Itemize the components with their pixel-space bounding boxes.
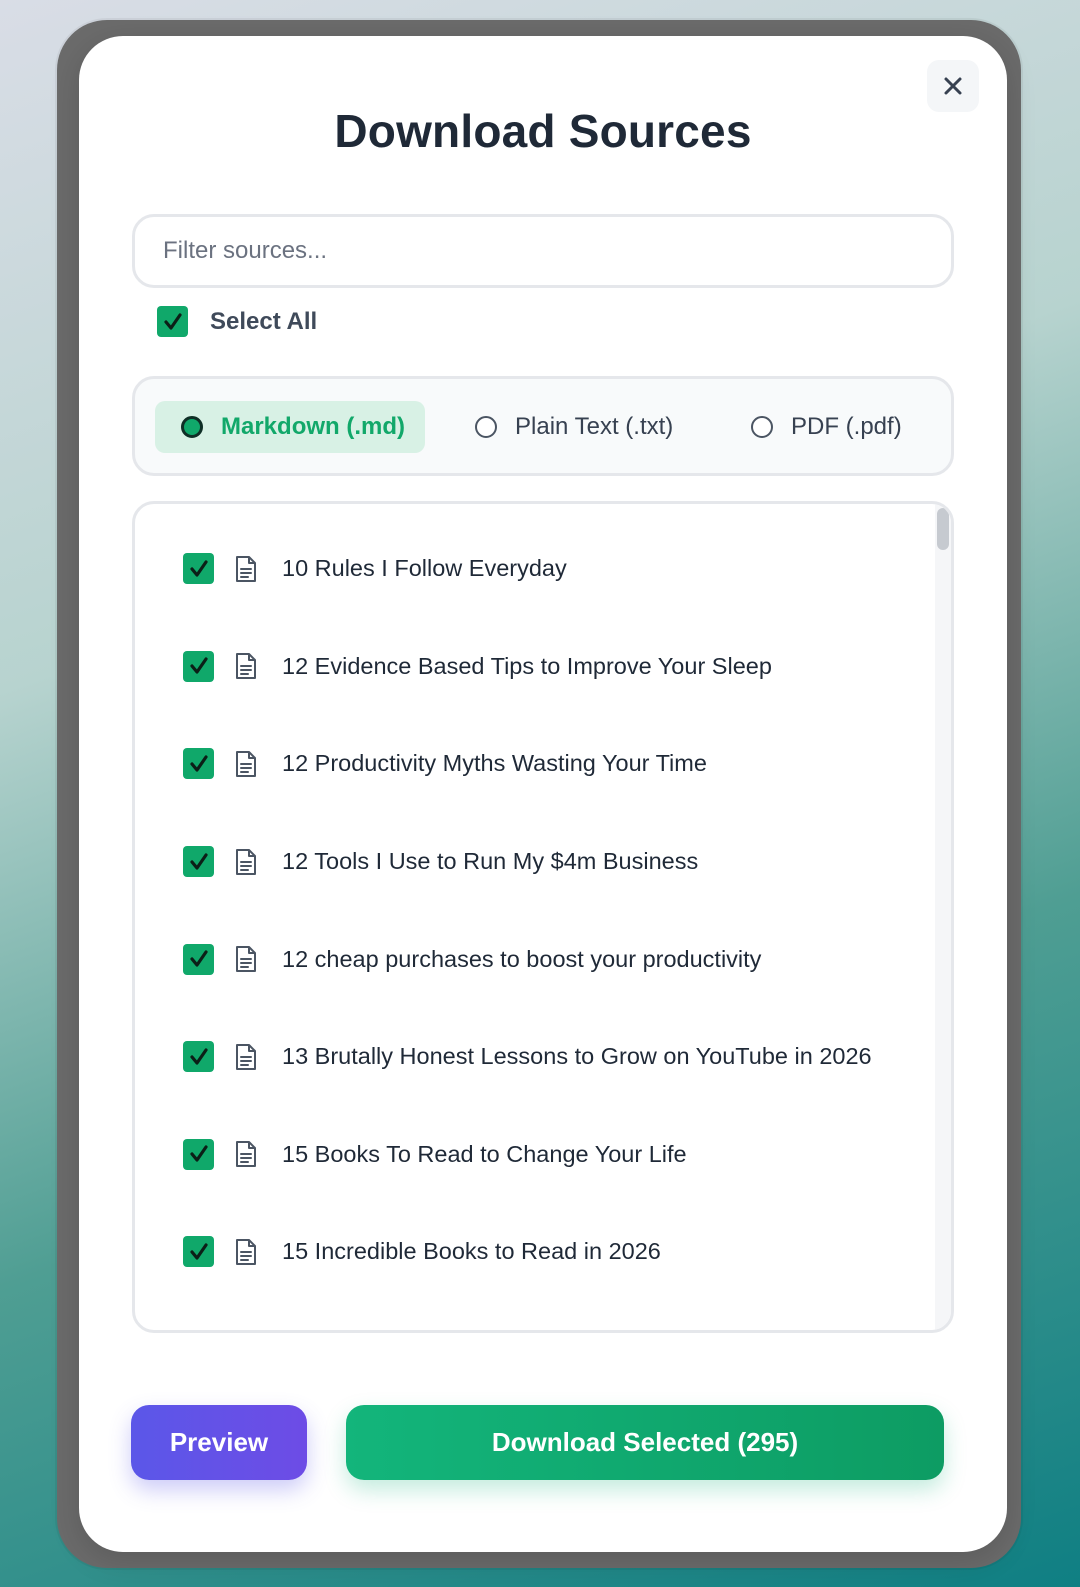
source-title: 15 Incredible Books to Read in 2026	[282, 1238, 661, 1265]
radio-unselected-icon	[475, 416, 497, 438]
checkmark-icon	[163, 312, 182, 330]
source-title: 15 Books To Read to Change Your Life	[282, 1140, 687, 1167]
source-checkbox[interactable]	[183, 650, 214, 682]
source-list-item[interactable]: 12 Tools I Use to Run My $4m Business	[135, 813, 935, 911]
source-list-item[interactable]: 12 Productivity Myths Wasting Your Time	[135, 715, 935, 813]
select-all-label: Select All	[210, 307, 318, 335]
document-icon	[234, 652, 260, 680]
source-list-item[interactable]: 15 Books To Read to Change Your Life	[135, 1106, 935, 1204]
source-checkbox[interactable]	[183, 748, 214, 780]
radio-unselected-icon	[751, 416, 773, 438]
document-icon	[234, 848, 260, 876]
checkmark-icon	[189, 560, 208, 577]
checkmark-icon	[189, 950, 208, 967]
source-title: 12 Tools I Use to Run My $4m Business	[282, 848, 699, 875]
download-selected-button[interactable]: Download Selected (295)	[346, 1405, 944, 1480]
format-option-markdown[interactable]: Markdown (.md)	[155, 401, 425, 453]
source-title: 12 Productivity Myths Wasting Your Time	[282, 750, 707, 777]
scrollbar-track[interactable]	[935, 504, 951, 1330]
source-title: 12 Evidence Based Tips to Improve Your S…	[282, 652, 772, 679]
source-checkbox[interactable]	[183, 943, 214, 975]
source-title: 10 Rules I Follow Everyday	[282, 555, 567, 582]
checkmark-icon	[189, 1048, 208, 1065]
scrollbar-thumb[interactable]	[937, 508, 949, 550]
checkmark-icon	[189, 657, 208, 674]
source-title: 12 cheap purchases to boost your product…	[282, 945, 762, 972]
source-list-item[interactable]: 12 cheap purchases to boost your product…	[135, 910, 935, 1008]
sources-list[interactable]: 10 Rules I Follow Everyday 12 Evidence B…	[132, 501, 954, 1333]
format-radio-group: Markdown (.md) Plain Text (.txt) PDF (.p…	[132, 376, 954, 476]
select-all-checkbox[interactable]	[157, 306, 188, 337]
document-icon	[234, 945, 260, 973]
source-checkbox[interactable]	[183, 1236, 214, 1268]
filter-sources-input[interactable]	[132, 214, 954, 288]
sources-rows: 10 Rules I Follow Everyday 12 Evidence B…	[135, 520, 935, 1301]
checkmark-icon	[189, 1243, 208, 1260]
source-list-item[interactable]: 13 Brutally Honest Lessons to Grow on Yo…	[135, 1008, 935, 1106]
source-list-item[interactable]: 12 Evidence Based Tips to Improve Your S…	[135, 618, 935, 716]
document-icon	[234, 555, 260, 583]
document-icon	[234, 1140, 260, 1168]
checkmark-icon	[189, 852, 208, 870]
checkmark-icon	[189, 755, 208, 772]
source-title: 13 Brutally Honest Lessons to Grow on Yo…	[282, 1043, 872, 1070]
radio-selected-icon	[181, 416, 203, 438]
source-list-item[interactable]: 15 Incredible Books to Read in 2026	[135, 1203, 935, 1301]
download-sources-dialog: Download Sources Select All Markdown (.m…	[79, 36, 1007, 1552]
format-option-label: Markdown (.md)	[221, 413, 405, 440]
document-icon	[234, 1238, 260, 1266]
format-option-pdf[interactable]: PDF (.pdf)	[725, 401, 922, 453]
checkmark-icon	[189, 1145, 208, 1162]
source-list-item[interactable]: 10 Rules I Follow Everyday	[135, 520, 935, 618]
document-icon	[234, 750, 260, 778]
dialog-title: Download Sources	[334, 105, 752, 157]
format-option-plain-text[interactable]: Plain Text (.txt)	[449, 401, 693, 453]
format-option-label: Plain Text (.txt)	[515, 413, 674, 440]
document-icon	[234, 1043, 260, 1071]
preview-button[interactable]: Preview	[131, 1405, 307, 1480]
source-checkbox[interactable]	[183, 553, 214, 585]
source-checkbox[interactable]	[183, 1041, 214, 1073]
source-checkbox[interactable]	[183, 1138, 214, 1170]
source-checkbox[interactable]	[183, 846, 214, 878]
format-option-label: PDF (.pdf)	[791, 413, 902, 440]
select-all-toggle[interactable]: Select All	[157, 306, 317, 337]
close-icon	[944, 77, 962, 95]
